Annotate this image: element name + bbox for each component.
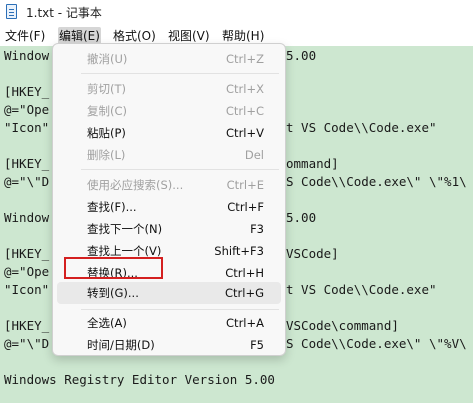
shortcut-find-previous: Shift+F3 [214, 244, 264, 258]
menu-item-bing-search[interactable]: 使用必应搜索(S)... [87, 177, 183, 193]
menu-item-find-next[interactable]: 查找下一个(N) [87, 221, 162, 237]
window-title: 1.txt - 记事本 [26, 6, 102, 20]
shortcut-undo: Ctrl+Z [226, 52, 264, 66]
menu-item-select-all[interactable]: 全选(A) [87, 315, 127, 331]
editor-line-tail: ommand] [286, 156, 339, 171]
replace-highlight-box [64, 257, 163, 279]
menu-file[interactable]: 文件(F) [4, 27, 46, 45]
shortcut-copy: Ctrl+C [225, 104, 264, 118]
menu-item-find[interactable]: 查找(F)... [87, 199, 137, 215]
editor-line: [HKEY_ [4, 84, 50, 99]
shortcut-find-next: F3 [250, 222, 264, 236]
editor-line-tail: 5.00 [286, 48, 317, 63]
shortcut-select-all: Ctrl+A [226, 316, 264, 330]
editor-line-tail: t VS Code\\Code.exe" [286, 120, 437, 135]
editor-line-tail: 5.00 [286, 210, 317, 225]
editor-line: Window [4, 48, 50, 63]
editor-line-tail: VSCode\command] [286, 318, 399, 333]
editor-line-tail: VSCode] [286, 246, 339, 261]
menu-separator [81, 73, 279, 74]
shortcut-find: Ctrl+F [227, 200, 264, 214]
editor-line: [HKEY_ [4, 246, 50, 261]
menu-item-delete[interactable]: 删除(L) [87, 147, 125, 163]
shortcut-time-date: F5 [250, 338, 264, 352]
menu-item-copy[interactable]: 复制(C) [87, 103, 127, 119]
shortcut-paste: Ctrl+V [226, 126, 264, 140]
shortcut-cut: Ctrl+X [226, 82, 264, 96]
shortcut-delete: Del [244, 148, 264, 162]
menu-item-undo[interactable]: 撤消(U) [87, 51, 127, 67]
editor-line: @="\"D [4, 336, 50, 351]
editor-line: @="Ope [4, 102, 50, 117]
editor-line-tail: t VS Code\\Code.exe" [286, 282, 437, 297]
editor-line: Windows Registry Editor Version 5.00 [4, 372, 275, 387]
shortcut-replace: Ctrl+H [225, 266, 264, 280]
editor-line: "Icon" [4, 282, 50, 297]
shortcut-goto: Ctrl+G [224, 286, 264, 300]
editor-line: "Icon" [4, 120, 50, 135]
editor-line: [HKEY_ [4, 156, 50, 171]
editor-line: @="\"D [4, 174, 50, 189]
shortcut-bing-search: Ctrl+E [226, 178, 264, 192]
editor-line-tail: S Code\\Code.exe\" \"%1\ [286, 174, 467, 189]
editor-line-tail: S Code\\Code.exe\" \"%V\ [286, 336, 467, 351]
menu-item-goto[interactable]: 转到(G)... [87, 285, 139, 301]
edit-menu-dropdown: 撤消(U) Ctrl+Z 剪切(T) Ctrl+X 复制(C) Ctrl+C 粘… [52, 43, 286, 356]
title-bar: 1.txt - 记事本 [0, 0, 473, 24]
menu-separator [81, 309, 279, 310]
menu-item-time-date[interactable]: 时间/日期(D) [87, 337, 155, 353]
notepad-icon [6, 4, 17, 19]
menu-item-cut[interactable]: 剪切(T) [87, 81, 126, 97]
menu-item-paste[interactable]: 粘贴(P) [87, 125, 126, 141]
editor-line: @="Ope [4, 264, 50, 279]
editor-line: [HKEY_ [4, 318, 50, 333]
menu-separator [81, 169, 279, 170]
editor-line: Window [4, 210, 50, 225]
